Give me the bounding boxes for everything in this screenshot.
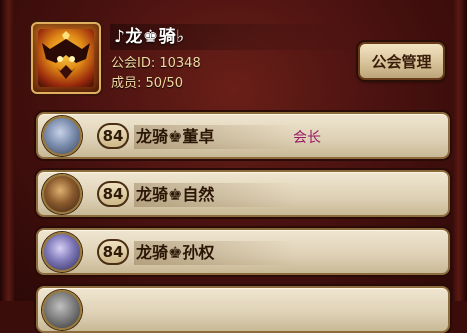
guild-name: ♪龙♚骑♭ <box>110 24 359 50</box>
level-badge: 84 <box>97 239 129 265</box>
level-badge: 84 <box>97 181 129 207</box>
member-portrait-icon <box>42 290 82 330</box>
member-row[interactable]: 84 龙骑♚孙权 <box>36 228 450 275</box>
member-portrait-icon <box>42 116 82 156</box>
member-count: 成员: 50/50 <box>111 76 183 91</box>
member-role: 会长 <box>293 130 321 146</box>
member-name: 龙骑♚董卓 <box>134 125 296 149</box>
guild-emblem <box>31 22 101 94</box>
level-badge: 84 <box>97 123 129 149</box>
member-name: 龙骑♚孙权 <box>134 241 296 265</box>
member-row[interactable]: 84 龙骑♚董卓 会长 <box>36 112 450 159</box>
member-portrait-icon <box>42 232 82 272</box>
guild-emblem-icon <box>38 29 94 87</box>
member-row[interactable]: 84 龙骑♚自然 <box>36 170 450 217</box>
guild-id: 公会ID: 10348 <box>111 56 201 71</box>
member-portrait-icon <box>42 174 82 214</box>
member-row[interactable] <box>36 286 450 333</box>
guild-manage-button[interactable]: 公会管理 <box>358 42 445 80</box>
game-window: ♪龙♚骑♭ 公会ID: 10348 成员: 50/50 公会管理 84 龙骑♚董… <box>0 0 467 333</box>
wolf-crest-icon <box>42 31 90 79</box>
member-name: 龙骑♚自然 <box>134 183 296 207</box>
guild-header: ♪龙♚骑♭ 公会ID: 10348 成员: 50/50 公会管理 <box>28 16 453 102</box>
